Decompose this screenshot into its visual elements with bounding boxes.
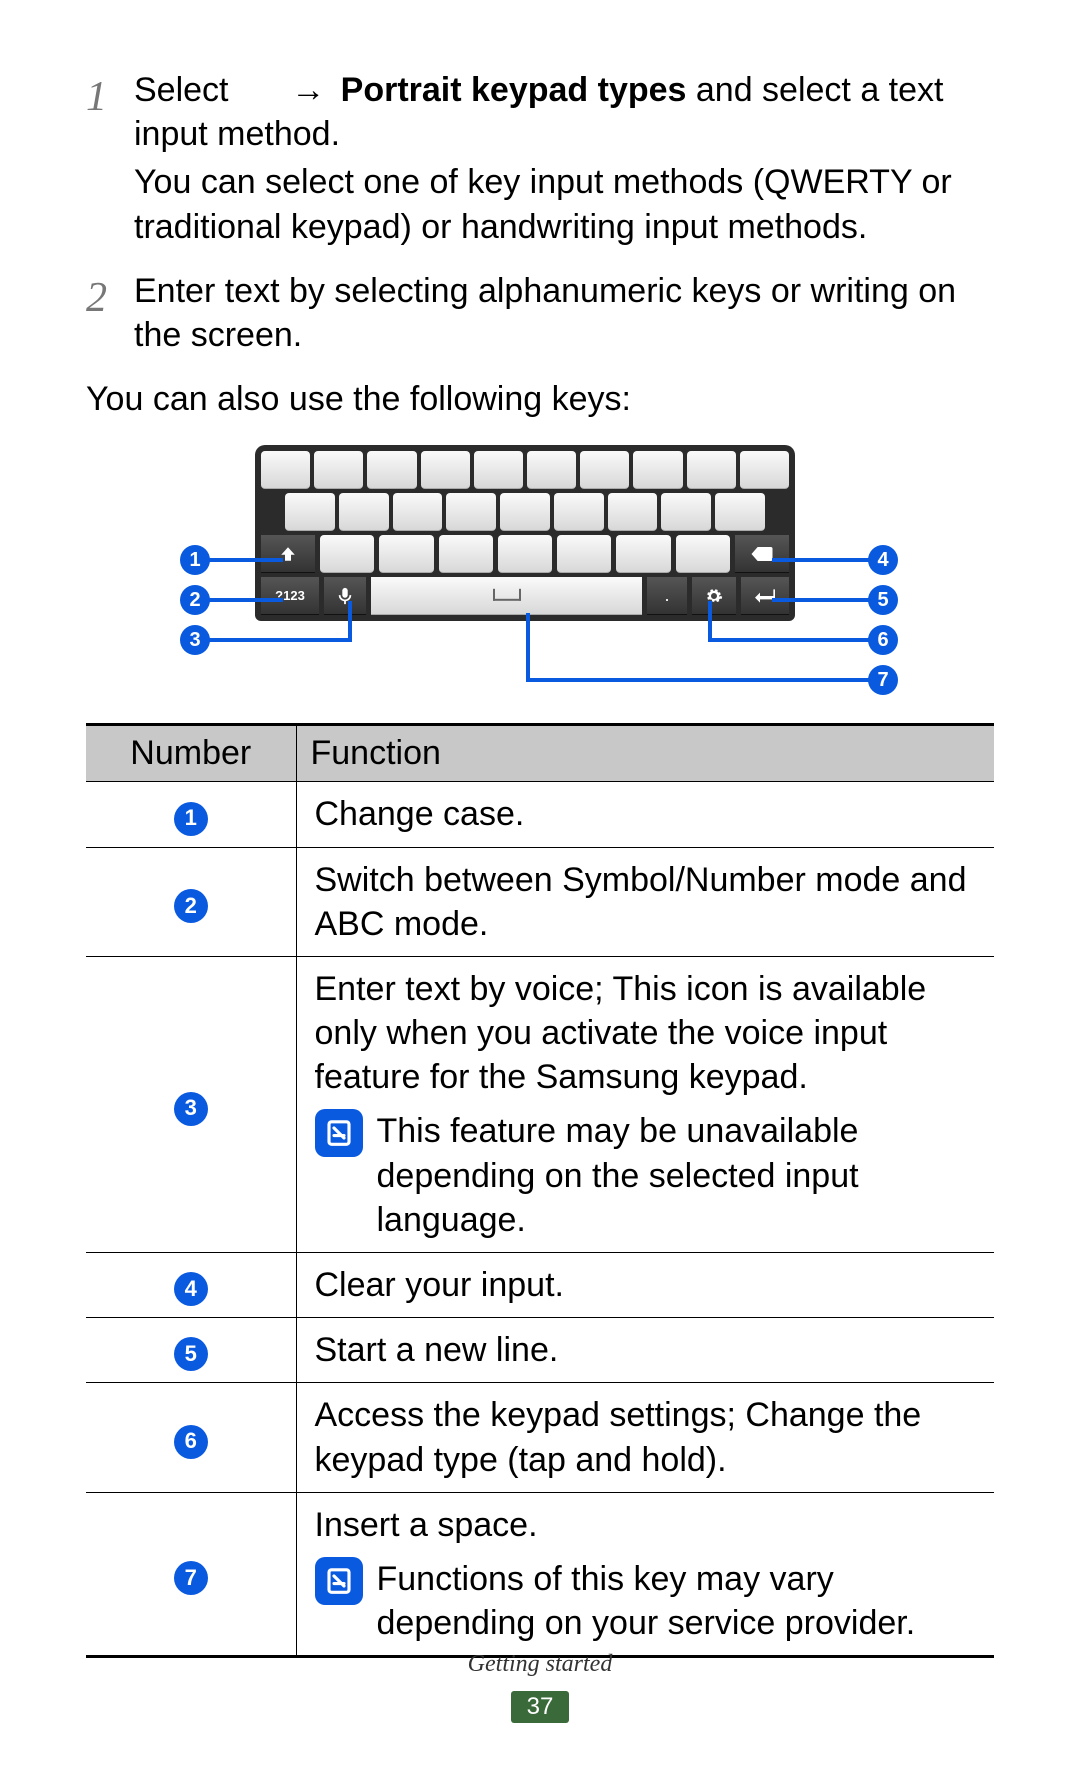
row-badge: 7	[174, 1561, 208, 1595]
table-row: 6 Access the keypad settings; Change the…	[86, 1383, 994, 1492]
step-2: 2 Enter text by selecting alphanumeric k…	[86, 269, 994, 357]
step-number: 1	[86, 68, 134, 249]
note: Functions of this key may vary depending…	[315, 1557, 977, 1645]
row-text: Access the keypad settings; Change the k…	[296, 1383, 994, 1492]
table-row: 5 Start a new line.	[86, 1318, 994, 1383]
step1-detail: You can select one of key input methods …	[134, 160, 994, 248]
callout-5: 5	[868, 585, 898, 615]
arrow-icon: →	[291, 68, 325, 112]
row-text: Enter text by voice; This icon is availa…	[315, 967, 977, 1100]
callout-4: 4	[868, 545, 898, 575]
step2-text: Enter text by selecting alphanumeric key…	[134, 269, 994, 357]
step-number: 2	[86, 269, 134, 357]
callout-7: 7	[868, 665, 898, 695]
space-key-icon	[371, 577, 642, 615]
header-function: Function	[296, 725, 994, 782]
note-icon	[315, 1109, 363, 1157]
row-badge: 4	[174, 1272, 208, 1306]
note-text: Functions of this key may vary depending…	[377, 1557, 977, 1645]
table-row: 1 Change case.	[86, 782, 994, 847]
header-number: Number	[86, 725, 296, 782]
table-row: 2 Switch between Symbol/Number mode and …	[86, 847, 994, 956]
step-body: Select → Portrait keypad types and selec…	[134, 68, 994, 249]
row-badge: 5	[174, 1337, 208, 1371]
row-text: Switch between Symbol/Number mode and AB…	[296, 847, 994, 956]
mic-key-icon	[324, 577, 366, 615]
table-row: 3 Enter text by voice; This icon is avai…	[86, 956, 994, 1252]
keyboard: ?123 .	[255, 445, 795, 621]
page-footer: Getting started 37	[0, 1651, 1080, 1723]
page-content: 1 Select → Portrait keypad types and sel…	[86, 68, 994, 1658]
step-1: 1 Select → Portrait keypad types and sel…	[86, 68, 994, 249]
step1-bold: Portrait keypad types	[341, 71, 687, 109]
callout-2: 2	[180, 585, 210, 615]
footer-section: Getting started	[0, 1651, 1080, 1678]
note: This feature may be unavailable dependin…	[315, 1109, 977, 1242]
callout-3: 3	[180, 625, 210, 655]
period-key: .	[647, 577, 687, 615]
row-text: Change case.	[296, 782, 994, 847]
row-badge: 1	[174, 802, 208, 836]
keyboard-illustration: ?123 . 1 2 3 4 5 6	[86, 445, 994, 675]
table-row: 7 Insert a space. Functions of this key …	[86, 1492, 994, 1657]
intro-text: You can also use the following keys:	[86, 377, 994, 421]
step1-lead: Select	[134, 71, 229, 109]
note-icon	[315, 1557, 363, 1605]
function-table: Number Function 1 Change case. 2 Switch …	[86, 723, 994, 1658]
row-cell: Enter text by voice; This icon is availa…	[296, 956, 994, 1252]
enter-key-icon	[741, 577, 789, 615]
symbol-key: ?123	[261, 577, 319, 615]
gear-key-icon	[692, 577, 736, 615]
row-text: Insert a space.	[315, 1503, 977, 1547]
row-badge: 6	[174, 1425, 208, 1459]
page-number: 37	[511, 1691, 570, 1723]
note-text: This feature may be unavailable dependin…	[377, 1109, 977, 1242]
shift-key-icon	[261, 535, 315, 573]
row-text: Clear your input.	[296, 1253, 994, 1318]
row-text: Start a new line.	[296, 1318, 994, 1383]
row-badge: 3	[174, 1092, 208, 1126]
row-badge: 2	[174, 889, 208, 923]
callout-1: 1	[180, 545, 210, 575]
table-row: 4 Clear your input.	[86, 1253, 994, 1318]
callout-6: 6	[868, 625, 898, 655]
backspace-key-icon	[735, 535, 789, 573]
row-cell: Insert a space. Functions of this key ma…	[296, 1492, 994, 1657]
